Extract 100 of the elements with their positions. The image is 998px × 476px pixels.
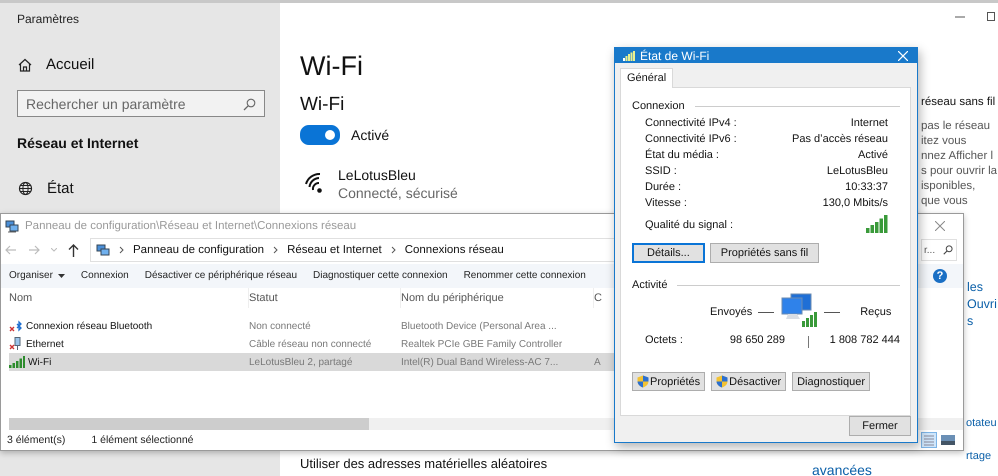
status-text: 3 élément(s) <box>7 434 66 446</box>
section-heading: Réseau et Internet <box>17 135 140 151</box>
field-value: 130,0 Mbits/s <box>822 196 888 211</box>
description-text: s pour ouvrir la <box>921 164 998 179</box>
column-header[interactable]: Nom <box>9 288 249 308</box>
settings-link[interactable]: s <box>967 313 997 330</box>
chevron-icon <box>273 246 278 254</box>
field-label: Connectivité IPv4 : <box>645 116 737 131</box>
network-folder-icon <box>96 244 110 257</box>
settings-link[interactable]: rtage <box>966 448 997 465</box>
section-heading: Wi-Fi <box>300 94 344 116</box>
dialog-button[interactable]: Diagnostiquer <box>792 372 870 391</box>
dialog-button[interactable]: Propriétés <box>632 372 706 391</box>
group-label: Connexion <box>632 100 685 112</box>
close-icon[interactable] <box>935 221 945 232</box>
field-value: 98 650 289 <box>728 334 785 346</box>
settings-link[interactable]: avancées <box>812 462 872 476</box>
description-text: que vous <box>921 194 969 209</box>
up-arrow-icon[interactable] <box>68 244 79 257</box>
dialog-button[interactable]: Détails... <box>632 243 705 263</box>
caret-icon <box>58 274 65 278</box>
column-header[interactable]: Nom du périphérique <box>401 288 594 308</box>
field-label: Octets : <box>645 334 684 346</box>
signal-bars-icon <box>866 215 888 233</box>
window-title: Panneau de configuration\Réseau et Internet\Connexions réseau <box>25 220 356 232</box>
toolbar-button[interactable]: Renommer cette connexion <box>458 268 592 284</box>
home-icon <box>18 58 32 72</box>
column-label: Reçus <box>860 306 892 318</box>
column-header[interactable]: Statut <box>249 288 401 308</box>
field-label: Qualité du signal : <box>645 218 734 233</box>
group-label: Activité <box>632 279 668 291</box>
nav-item[interactable]: Accueil <box>17 56 265 73</box>
field-label: Vitesse : <box>645 196 687 211</box>
search-field[interactable]: Rechercher un paramètre <box>17 90 265 117</box>
globe-icon <box>18 181 33 196</box>
dialog-button[interactable]: Désactiver <box>711 372 786 391</box>
field-value: 1 808 782 444 <box>828 334 900 346</box>
description-text: pas le réseau <box>921 119 992 134</box>
minimize-icon[interactable] <box>955 16 965 18</box>
field-label: SSID : <box>645 164 677 179</box>
signal-bars-icon <box>9 356 25 368</box>
table-cell-text: Non connecté <box>249 320 312 332</box>
toggle-label: Activé <box>351 127 390 143</box>
toolbar-button[interactable]: Désactiver ce périphérique réseau <box>138 268 304 284</box>
dialog-button[interactable]: Propriétés sans fil <box>710 243 820 263</box>
maximize-icon[interactable] <box>987 12 995 21</box>
close-button[interactable]: Fermer <box>849 416 911 436</box>
column-header[interactable]: C <box>594 288 614 308</box>
field-value: Pas d’accès réseau <box>792 132 888 147</box>
bluetooth-icon <box>9 319 23 334</box>
table-cell: Wi-Fi <box>28 356 52 368</box>
window-title: Paramètres <box>17 12 80 26</box>
network-folder-icon <box>5 220 19 233</box>
setting-label: Utiliser des adresses matérielles aléatoires <box>300 456 548 471</box>
tab[interactable]: Général <box>620 68 674 88</box>
toolbar-button[interactable]: Diagnostiquer cette connexion <box>307 268 454 284</box>
window-title: État de Wi-Fi <box>640 48 710 62</box>
field-value: Internet <box>850 116 888 131</box>
page-title: Wi-Fi <box>300 51 363 82</box>
table-cell: Connexion réseau Bluetooth <box>26 320 152 332</box>
connection-row[interactable]: Wi-Fi LeLotusBleu 2, partagé Intel(R) Dual Band Wireless-AC 7... A <box>9 353 614 372</box>
breadcrumb-item[interactable]: Connexions réseau <box>404 244 504 256</box>
breadcrumb-item[interactable]: Réseau et Internet <box>287 244 382 256</box>
help-icon[interactable]: ? <box>933 268 947 283</box>
table-cell-text: A <box>594 356 602 368</box>
organize-menu[interactable]: Organiser <box>3 268 71 284</box>
search-icon <box>243 98 256 111</box>
network-name: LeLotusBleu <box>338 167 417 183</box>
table-cell-text: Bluetooth Device (Personal Area ... <box>401 320 558 332</box>
chevron-icon <box>390 246 396 254</box>
toolbar-button[interactable]: Connexion <box>74 268 135 284</box>
field-label: Durée : <box>645 180 682 195</box>
table-cell: Ethernet <box>26 338 64 350</box>
column-label: Envoyés <box>710 306 752 318</box>
toggle-switch[interactable] <box>300 125 340 145</box>
chevron-icon <box>119 246 124 254</box>
description-text: nnez Afficher l <box>921 149 994 164</box>
field-value: LeLotusBleu <box>826 164 888 179</box>
table-cell-text: LeLotusBleu 2, partagé <box>249 356 354 368</box>
network-status: Connecté, sécurisé <box>338 185 458 201</box>
nav-item[interactable]: État <box>17 180 265 197</box>
settings-link[interactable]: Ouvri <box>967 296 997 313</box>
breadcrumb-item[interactable]: Panneau de configuration <box>133 244 264 256</box>
table-cell-text: Realtek PCIe GBE Family Controller <box>401 338 564 350</box>
thumbnail-view-icon[interactable] <box>941 435 955 446</box>
connection-row[interactable]: Ethernet Câble réseau non connecté Realtek PCIe GBE Family Controller <box>9 335 614 354</box>
field-label: État du média : <box>645 148 719 163</box>
signal-bars-icon <box>623 50 635 60</box>
field-value: Activé <box>858 148 888 163</box>
table-cell-text: Câble réseau non connecté <box>249 338 372 350</box>
details-view-icon[interactable] <box>921 432 937 448</box>
ethernet-icon <box>9 337 23 352</box>
connection-row[interactable]: Connexion réseau Bluetooth Non connecté Bluetooth Device (Personal Area ... <box>9 317 614 336</box>
settings-link[interactable]: les <box>967 279 997 296</box>
settings-link[interactable]: otateu <box>966 415 997 432</box>
table-cell-text: Intel(R) Dual Band Wireless-AC 7... <box>401 356 560 368</box>
field-label: Connectivité IPv6 : <box>645 132 737 147</box>
section-heading: réseau sans fil <box>921 96 996 108</box>
description-text: itez vous <box>921 134 968 149</box>
description-text: isponibles, <box>921 179 976 194</box>
